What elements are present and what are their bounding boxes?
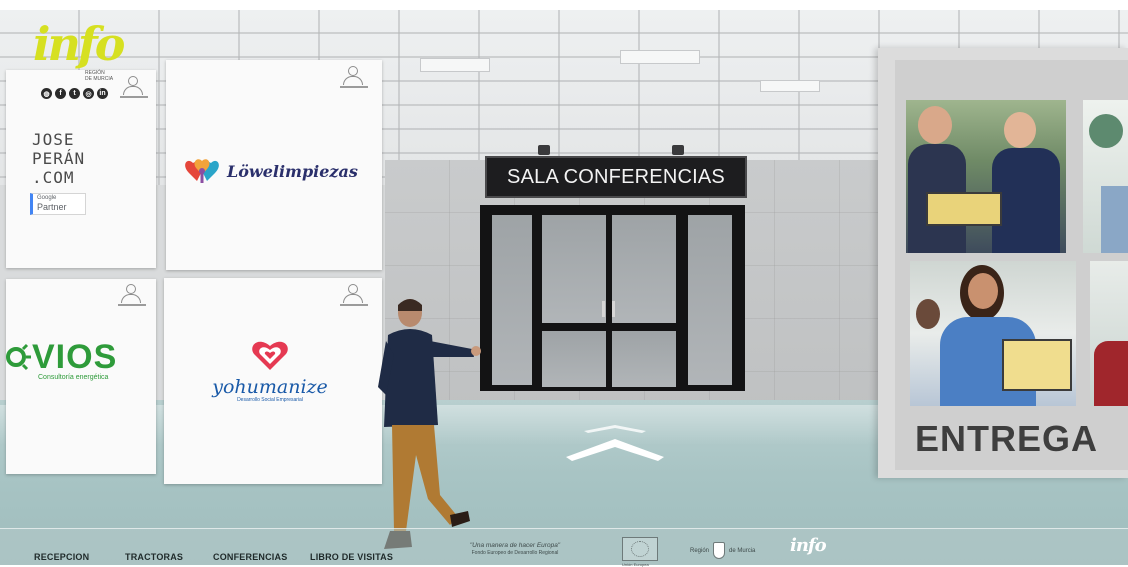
conference-door[interactable] [480, 205, 745, 391]
nav-recepcion[interactable]: RECEPCION [34, 552, 89, 562]
vios-tagline: Consultoría energética [38, 374, 109, 381]
eu-flag-icon [622, 537, 658, 561]
contact-user-icon[interactable] [340, 284, 368, 306]
social-links: ◍ f t ◎ in [41, 88, 108, 99]
google-partner-badge: Google Partner [30, 193, 86, 215]
sign-hanger [538, 145, 550, 155]
joseperan-line: PERÁN [32, 149, 86, 168]
avatar-walking-person [378, 299, 481, 549]
vios-sun-icon [6, 343, 31, 371]
region-label: Región [690, 547, 710, 554]
nav-libro-de-visitas[interactable]: LIBRO DE VISITAS [310, 552, 393, 562]
award-photo[interactable] [910, 261, 1076, 406]
partner-label: Partner [37, 202, 67, 212]
instagram-icon[interactable]: ◎ [83, 88, 94, 99]
contact-user-icon[interactable] [118, 284, 146, 306]
door-side-pane [688, 215, 732, 385]
joseperan-line: JOSE [32, 130, 75, 149]
contact-user-icon[interactable] [340, 66, 368, 88]
logo-subtitle: REGIÓN DE MURCIA [85, 70, 113, 82]
murcia-crest-icon [713, 542, 726, 559]
europa-fund: Fondo Europeo de Desarrollo Regional [471, 550, 559, 556]
feder-credit: "Una manera de hacer Europa" Fondo Europ… [455, 542, 575, 557]
vios-logo: VIOS Consultoría energética [6, 340, 117, 381]
door-pane [612, 215, 676, 323]
region-murcia-logo: Región de Murcia [690, 542, 755, 559]
globe-icon[interactable]: ◍ [41, 88, 52, 99]
nav-tractoras[interactable]: TRACTORAS [125, 552, 183, 562]
entrega-title: ENTREGA [915, 418, 1099, 459]
joseperan-logo: JOSE PERÁN .COM [32, 130, 85, 187]
lowelimpiezas-wordmark: Löwelimpiezas [227, 161, 358, 181]
award-photo[interactable] [1083, 100, 1128, 253]
door-pane [542, 331, 606, 387]
door-pane [542, 215, 606, 323]
ceiling-lamp [620, 50, 700, 64]
linkedin-icon[interactable]: in [97, 88, 108, 99]
europa-quote: "Una manera de hacer Europa" [469, 542, 561, 549]
sign-hanger [672, 145, 684, 155]
twitter-icon[interactable]: t [69, 88, 80, 99]
yohumanize-heart-icon [252, 341, 288, 370]
award-photo[interactable] [906, 100, 1066, 253]
move-forward-arrow-icon[interactable] [566, 423, 664, 465]
lowe-hearts-icon [185, 159, 219, 183]
door-side-pane [492, 215, 532, 385]
door-pane [612, 331, 676, 387]
ceiling-lamp [420, 58, 490, 72]
ceiling-lamp [760, 80, 820, 92]
facebook-icon[interactable]: f [55, 88, 66, 99]
lowelimpiezas-logo: Löwelimpiezas [183, 155, 358, 187]
logo-subtitle-line: DE MURCIA [85, 76, 114, 82]
nav-conferencias[interactable]: CONFERENCIAS [213, 552, 287, 562]
joseperan-line: .COM [32, 168, 75, 187]
region-label: de Murcia [729, 547, 756, 554]
info-wordmark: info [33, 17, 125, 71]
door-handle [602, 301, 605, 317]
award-photo[interactable] [1090, 261, 1128, 406]
sala-conferencias-sign[interactable]: SALA CONFERENCIAS [485, 156, 747, 198]
yohumanize-logo: yohumanize Desarrollo Social Empresarial [205, 338, 335, 403]
yohumanize-wordmark: yohumanize [212, 376, 328, 398]
info-footer-logo: info [790, 535, 827, 556]
door-handle [612, 301, 615, 317]
vios-wordmark: VIOS [32, 338, 118, 376]
google-label: Google [37, 195, 57, 201]
